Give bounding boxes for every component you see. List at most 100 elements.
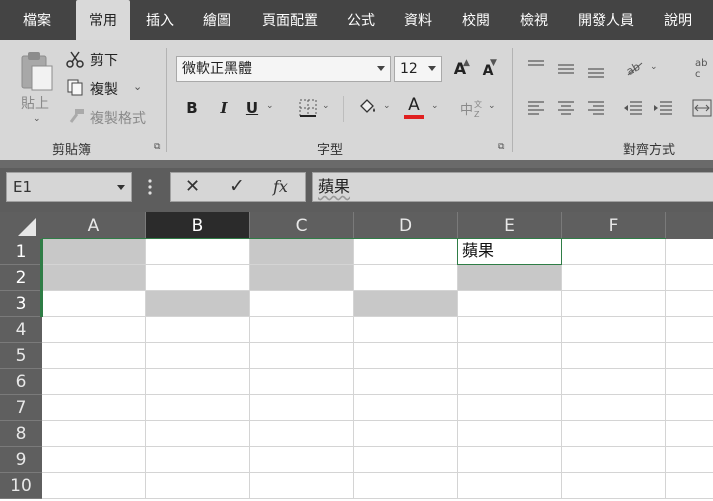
- cell-e1[interactable]: 蘋果: [458, 239, 562, 265]
- name-box-dropdown-icon[interactable]: [117, 185, 125, 190]
- column-header-a[interactable]: A: [42, 212, 146, 239]
- fill-color-dropdown-chevron-icon[interactable]: ⌄: [383, 101, 391, 111]
- phonetic-guide-button[interactable]: 中: [460, 99, 473, 118]
- tab-help[interactable]: 說明: [652, 0, 704, 40]
- cell-d5[interactable]: [354, 343, 458, 369]
- cut-button[interactable]: 剪下: [90, 50, 118, 70]
- tab-draw[interactable]: 繪圖: [190, 0, 244, 40]
- cell-f3[interactable]: [562, 291, 666, 317]
- cell-b1[interactable]: [146, 239, 250, 265]
- cell-overflow[interactable]: [666, 421, 713, 447]
- phonetic-dropdown-chevron-icon[interactable]: ⌄: [488, 101, 496, 111]
- cell-d6[interactable]: [354, 369, 458, 395]
- copy-dropdown-chevron-icon[interactable]: ⌄: [133, 80, 142, 93]
- row-header-2[interactable]: 2: [0, 265, 42, 291]
- tab-home[interactable]: 常用: [76, 0, 130, 40]
- borders-icon[interactable]: [298, 98, 318, 118]
- column-header-f[interactable]: F: [562, 212, 666, 239]
- cell-f8[interactable]: [562, 421, 666, 447]
- cell-d8[interactable]: [354, 421, 458, 447]
- font-name-combo[interactable]: 微軟正黑體: [176, 56, 391, 82]
- tab-page-layout[interactable]: 頁面配置: [250, 0, 330, 40]
- row-header-10[interactable]: 10: [0, 473, 42, 499]
- column-header-c[interactable]: C: [250, 212, 354, 239]
- cell-d3[interactable]: [354, 291, 458, 317]
- clipboard-dialog-launcher-icon[interactable]: ⧉: [154, 142, 164, 152]
- cell-f2[interactable]: [562, 265, 666, 291]
- column-header-d[interactable]: D: [354, 212, 458, 239]
- cell-e3[interactable]: [458, 291, 562, 317]
- cell-overflow[interactable]: [666, 291, 713, 317]
- cell-a4[interactable]: [42, 317, 146, 343]
- font-color-dropdown-chevron-icon[interactable]: ⌄: [431, 101, 439, 111]
- row-header-3[interactable]: 3: [0, 291, 42, 317]
- wrap-text-icon[interactable]: ab c: [694, 56, 713, 80]
- cell-a7[interactable]: [42, 395, 146, 421]
- indent-icons[interactable]: [624, 99, 672, 117]
- cell-overflow[interactable]: [666, 395, 713, 421]
- cell-c10[interactable]: [250, 473, 354, 499]
- underline-dropdown-chevron-icon[interactable]: ⌄: [266, 101, 274, 111]
- cell-b10[interactable]: [146, 473, 250, 499]
- cell-d2[interactable]: [354, 265, 458, 291]
- font-color-button[interactable]: A: [404, 95, 424, 115]
- row-header-1[interactable]: 1: [0, 239, 42, 265]
- cell-b7[interactable]: [146, 395, 250, 421]
- orientation-dropdown-chevron-icon[interactable]: ⌄: [650, 62, 658, 72]
- orientation-icon[interactable]: ab: [624, 58, 646, 78]
- row-header-6[interactable]: 6: [0, 369, 42, 395]
- cell-overflow[interactable]: [666, 369, 713, 395]
- cell-f4[interactable]: [562, 317, 666, 343]
- underline-button[interactable]: U: [242, 98, 262, 118]
- paste-label[interactable]: 貼上: [21, 93, 49, 113]
- name-box[interactable]: E1: [6, 172, 132, 202]
- cell-c1[interactable]: [250, 239, 354, 265]
- cell-c6[interactable]: [250, 369, 354, 395]
- select-all-corner[interactable]: [0, 212, 42, 239]
- cell-c9[interactable]: [250, 447, 354, 473]
- tab-view[interactable]: 檢視: [508, 0, 560, 40]
- cell-b3[interactable]: [146, 291, 250, 317]
- cell-overflow[interactable]: [666, 473, 713, 499]
- merge-center-icon[interactable]: [692, 98, 713, 118]
- tab-insert[interactable]: 插入: [134, 0, 186, 40]
- tab-developer[interactable]: 開發人員: [566, 0, 646, 40]
- copy-icon[interactable]: [66, 78, 84, 96]
- scissors-icon[interactable]: [66, 50, 84, 68]
- cell-a5[interactable]: [42, 343, 146, 369]
- italic-button[interactable]: I: [214, 98, 234, 118]
- cell-a8[interactable]: [42, 421, 146, 447]
- bold-button[interactable]: B: [182, 98, 202, 118]
- cell-f10[interactable]: [562, 473, 666, 499]
- borders-dropdown-chevron-icon[interactable]: ⌄: [322, 101, 330, 111]
- font-name-dropdown-icon[interactable]: [377, 66, 385, 71]
- cell-overflow[interactable]: [666, 239, 713, 265]
- cell-d1[interactable]: [354, 239, 458, 265]
- cell-b5[interactable]: [146, 343, 250, 369]
- vertical-align-icons[interactable]: [528, 58, 608, 78]
- cell-f7[interactable]: [562, 395, 666, 421]
- horizontal-align-icons[interactable]: [528, 99, 608, 117]
- cell-c5[interactable]: [250, 343, 354, 369]
- paste-icon[interactable]: [18, 50, 56, 92]
- tab-formulas[interactable]: 公式: [336, 0, 386, 40]
- cell-d7[interactable]: [354, 395, 458, 421]
- cell-c7[interactable]: [250, 395, 354, 421]
- worksheet-grid[interactable]: A B C D E F 1 蘋果 2 3 4 5 6 7 8 9 10: [0, 212, 713, 501]
- paste-dropdown-chevron-icon[interactable]: ⌄: [33, 114, 41, 124]
- cell-c8[interactable]: [250, 421, 354, 447]
- cell-f5[interactable]: [562, 343, 666, 369]
- formula-input[interactable]: 蘋果: [312, 172, 713, 202]
- cell-overflow[interactable]: [666, 447, 713, 473]
- cell-b8[interactable]: [146, 421, 250, 447]
- cell-e9[interactable]: [458, 447, 562, 473]
- cell-a10[interactable]: [42, 473, 146, 499]
- cell-overflow[interactable]: [666, 343, 713, 369]
- cell-a3[interactable]: [42, 291, 146, 317]
- cell-f6[interactable]: [562, 369, 666, 395]
- cell-b9[interactable]: [146, 447, 250, 473]
- cell-a2[interactable]: [42, 265, 146, 291]
- insert-function-icon[interactable]: fx: [273, 177, 288, 196]
- cell-e8[interactable]: [458, 421, 562, 447]
- cell-e10[interactable]: [458, 473, 562, 499]
